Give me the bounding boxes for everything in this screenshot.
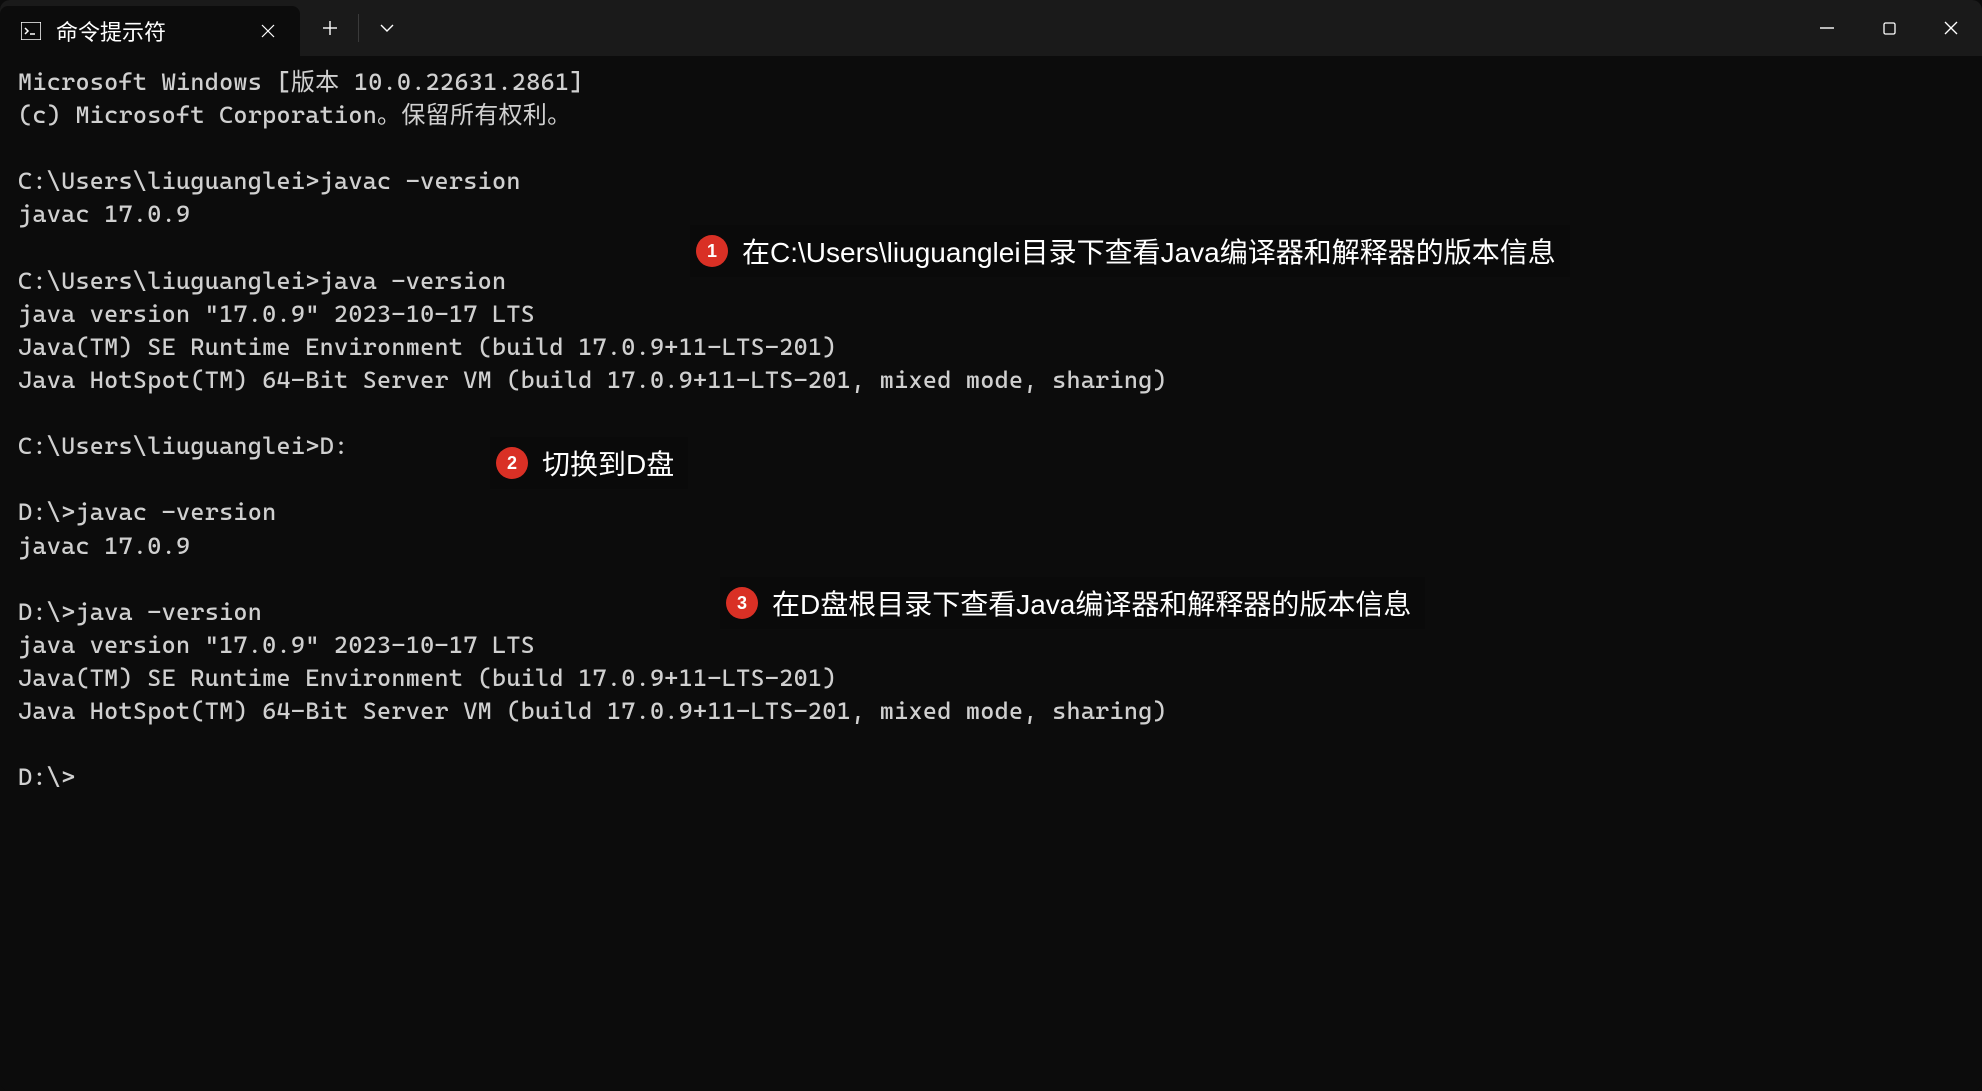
annotation-2: 2 切换到D盘 xyxy=(490,437,688,489)
tab-title: 命令提示符 xyxy=(56,15,240,47)
window-controls xyxy=(1796,0,1982,56)
minimize-button[interactable] xyxy=(1796,0,1858,56)
annotation-1: 1 在C:\Users\liuguanglei目录下查看Java编译器和解释器的版… xyxy=(690,225,1570,277)
tab-cmd[interactable]: 命令提示符 xyxy=(0,6,300,56)
new-tab-button[interactable] xyxy=(308,6,352,50)
annotation-3: 3 在D盘根目录下查看Java编译器和解释器的版本信息 xyxy=(720,577,1425,629)
tab-dropdown-button[interactable] xyxy=(365,6,409,50)
titlebar: 命令提示符 xyxy=(0,0,1982,56)
cmd-icon xyxy=(20,20,42,42)
annotation-badge: 2 xyxy=(496,447,528,479)
terminal-window: 命令提示符 Microsoft Windows [ xyxy=(0,0,1982,1091)
annotation-badge: 3 xyxy=(726,587,758,619)
maximize-button[interactable] xyxy=(1858,0,1920,56)
annotation-text: 在C:\Users\liuguanglei目录下查看Java编译器和解释器的版本… xyxy=(742,231,1556,271)
titlebar-actions xyxy=(300,0,409,56)
tab-close-button[interactable] xyxy=(254,17,282,45)
annotation-text: 在D盘根目录下查看Java编译器和解释器的版本信息 xyxy=(772,583,1411,623)
close-button[interactable] xyxy=(1920,0,1982,56)
annotation-badge: 1 xyxy=(696,235,728,267)
terminal-output[interactable]: Microsoft Windows [版本 10.0.22631.2861] (… xyxy=(0,56,1982,1091)
annotation-text: 切换到D盘 xyxy=(542,443,674,483)
divider xyxy=(358,14,359,42)
